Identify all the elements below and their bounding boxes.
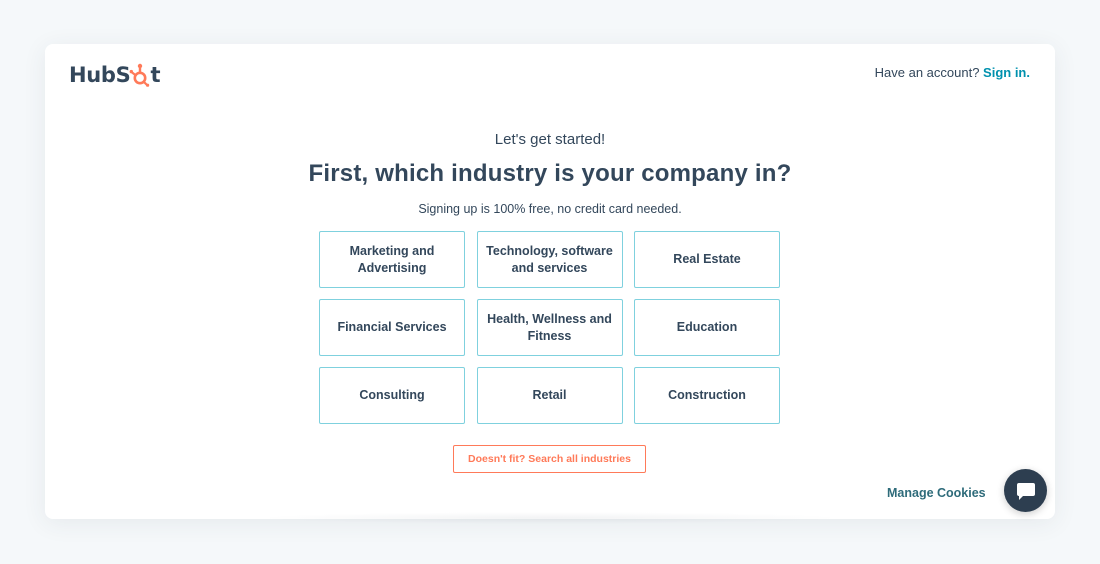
industry-option-marketing[interactable]: Marketing and Advertising (319, 231, 465, 288)
industry-option-retail[interactable]: Retail (476, 367, 623, 424)
chat-bubble-icon (1016, 482, 1035, 500)
industry-grid: Marketing and Advertising Technology, so… (319, 231, 780, 424)
page-title: First, which industry is your company in… (308, 160, 792, 187)
signin-prompt: Have an account? Sign in. (875, 65, 1030, 80)
search-all-industries-button[interactable]: Doesn't fit? Search all industries (453, 445, 646, 473)
industry-option-technology[interactable]: Technology, software and services (476, 231, 623, 288)
chat-launcher-button[interactable] (1004, 469, 1047, 512)
hubspot-logo[interactable]: HubS t (69, 63, 161, 87)
page-subtitle: Signing up is 100% free, no credit card … (418, 202, 682, 216)
signin-link[interactable]: Sign in. (983, 65, 1030, 80)
industry-option-education[interactable]: Education (634, 299, 780, 356)
industry-option-real-estate[interactable]: Real Estate (634, 231, 780, 288)
manage-cookies-link[interactable]: Manage Cookies (887, 486, 986, 500)
signup-card: HubS t Have an account? Sign in. Let's g… (45, 44, 1055, 519)
industry-option-health[interactable]: Health, Wellness and Fitness (476, 299, 623, 356)
logo-text-suffix: t (150, 63, 161, 87)
industry-option-consulting[interactable]: Consulting (319, 367, 465, 424)
sprocket-icon (130, 63, 150, 87)
account-prompt-text: Have an account? (874, 65, 980, 80)
industry-option-construction[interactable]: Construction (634, 367, 780, 424)
footer-shadow (255, 512, 845, 524)
eyebrow-text: Let's get started! (494, 131, 606, 148)
logo-text-prefix: HubS (69, 63, 131, 87)
industry-option-financial[interactable]: Financial Services (319, 299, 465, 356)
